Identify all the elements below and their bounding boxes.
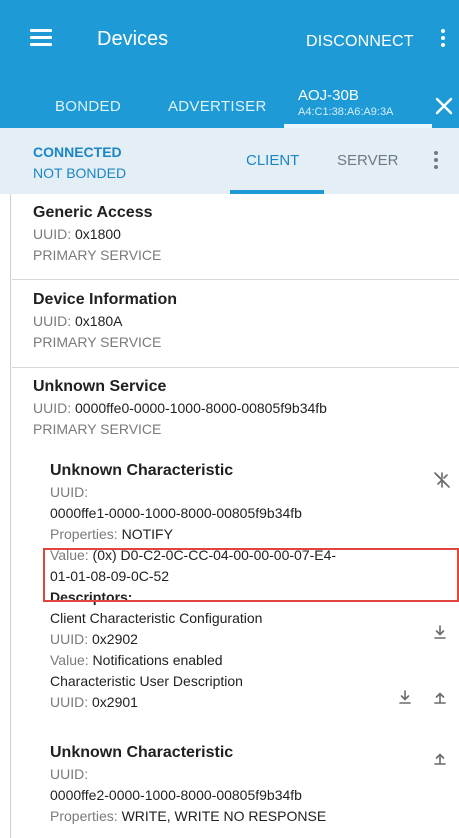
disconnect-button[interactable]: DISCONNECT [306,33,414,51]
upload-icon[interactable] [432,750,448,766]
descriptor-uuid: 0x2901 [92,694,138,710]
uuid-label: UUID: [33,313,75,329]
value-label: Value: [50,652,93,668]
service-name: Device Information [33,291,178,308]
download-icon[interactable] [397,689,413,705]
menu-icon[interactable] [30,29,52,46]
service-uuid: 0x180A [75,313,123,329]
service-name: Generic Access [33,204,153,221]
tab-server[interactable]: SERVER [337,152,398,169]
divider [12,367,459,368]
characteristic-name: Unknown Characteristic [50,744,234,761]
service-uuid: 0x1800 [75,226,121,242]
characteristic-properties: NOTIFY [121,526,173,542]
page-title: Devices [97,28,169,50]
descriptor-uuid: 0x2902 [92,631,138,647]
bond-state: NOT BONDED [33,165,127,181]
device-tabs: BONDED ADVERTISER AOJ-30B A4:C1:38:A6:A9… [0,84,459,128]
left-border [10,194,11,838]
upload-icon[interactable] [432,689,448,705]
device-name: AOJ-30B [298,87,359,104]
uuid-label: UUID: [50,631,92,647]
tab-bonded[interactable]: BONDED [55,98,121,115]
device-address: A4:C1:38:A6:A9:3A [298,106,394,118]
service-item[interactable]: Generic Access UUID: 0x1800 PRIMARY SERV… [33,204,161,266]
uuid-label: UUID: [33,226,75,242]
more-vert-icon[interactable] [441,29,445,47]
divider [12,279,459,280]
connection-state: CONNECTED [33,144,122,160]
characteristic-uuid: 0000ffe1-0000-1000-8000-00805f9b34fb [50,505,302,521]
uuid-label: UUID: [50,484,89,500]
descriptor-value: Notifications enabled [92,652,223,668]
uuid-label: UUID: [50,766,89,782]
service-name: Unknown Service [33,378,167,395]
uuid-label: UUID: [33,400,75,416]
service-item[interactable]: Device Information UUID: 0x180A PRIMARY … [33,291,177,353]
tab-client[interactable]: CLIENT [246,152,299,169]
service-type: PRIMARY SERVICE [33,247,162,263]
properties-label: Properties: [50,526,122,542]
service-type: PRIMARY SERVICE [33,421,162,437]
notifications-off-icon[interactable] [432,470,452,490]
descriptor-name: Client Characteristic Configuration [50,610,263,626]
characteristic-properties: WRITE, WRITE NO RESPONSE [121,808,327,824]
characteristic-item[interactable]: Unknown Characteristic UUID: 0000ffe2-00… [50,744,450,827]
characteristic-name: Unknown Characteristic [50,462,234,479]
value-highlight-box [43,548,459,602]
service-uuid: 0000ffe0-0000-1000-8000-00805f9b34fb [75,400,327,416]
more-vert-icon[interactable] [434,151,438,172]
characteristic-uuid: 0000ffe2-0000-1000-8000-00805f9b34fb [50,787,302,803]
close-icon[interactable] [434,96,454,116]
client-tab-indicator [230,190,324,194]
connection-bar: CONNECTED NOT BONDED CLIENT SERVER [0,128,459,194]
descriptor-name: Characteristic User Description [50,673,243,689]
app-bar: Devices DISCONNECT [0,0,459,84]
tab-device[interactable]: AOJ-30B A4:C1:38:A6:A9:3A [284,84,432,128]
tab-advertiser[interactable]: ADVERTISER [168,98,267,115]
properties-label: Properties: [50,808,122,824]
service-item[interactable]: Unknown Service UUID: 0000ffe0-0000-1000… [33,378,327,440]
service-type: PRIMARY SERVICE [33,334,162,350]
download-icon[interactable] [432,624,448,640]
uuid-label: UUID: [50,694,92,710]
